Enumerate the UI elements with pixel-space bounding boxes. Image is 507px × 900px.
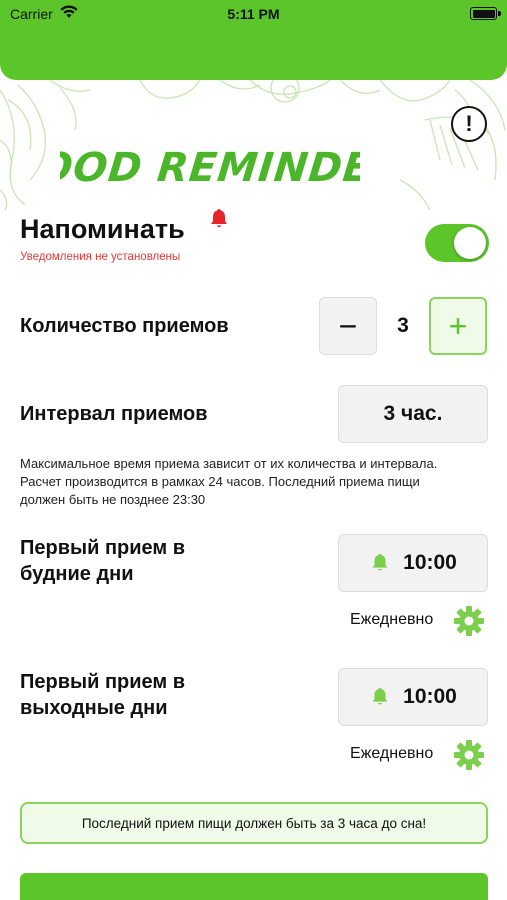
status-time: 5:11 PM <box>227 6 280 22</box>
battery-icon <box>470 7 501 20</box>
weekdays-label-line1: Первый прием в <box>20 537 186 559</box>
minus-icon: − <box>338 307 358 344</box>
gear-icon[interactable] <box>453 605 485 637</box>
red-bell-icon <box>211 209 227 228</box>
info-button[interactable]: ! <box>451 106 487 142</box>
remind-toggle[interactable] <box>425 224 489 262</box>
plus-icon: + <box>448 307 468 344</box>
status-bar: Carrier 5:11 PM <box>0 0 507 28</box>
decrease-intakes-button[interactable]: − <box>319 297 377 355</box>
weekdays-label-line2: будние дни <box>20 563 134 585</box>
weekdays-time: 10:00 <box>403 551 457 574</box>
increase-intakes-button[interactable]: + <box>429 297 487 355</box>
toggle-knob <box>454 227 486 259</box>
remind-title: Напоминать <box>20 214 185 244</box>
notification-status: Уведомления не установлены <box>20 251 181 263</box>
food-reminder-logo: FOOD REMINDER <box>60 145 360 191</box>
intakes-label: Количество приемов <box>20 315 229 337</box>
weekends-label-line1: Первый прием в <box>20 671 186 693</box>
svg-text:FOOD REMINDER: FOOD REMINDER <box>60 145 360 191</box>
weekends-label-line2: выходные дни <box>20 697 168 719</box>
banner-text: Последний прием пищи должен быть за 3 ча… <box>81 815 427 831</box>
weekdays-repeat-label: Ежедневно <box>350 611 434 628</box>
sleep-reminder-banner: Последний прием пищи должен быть за 3 ча… <box>20 802 488 844</box>
weekends-time: 10:00 <box>403 685 457 708</box>
weekends-label: Первый прием в выходные дни <box>20 669 185 721</box>
weekends-repeat-label: Ежедневно <box>350 745 434 762</box>
weekends-time-picker[interactable]: 10:00 <box>338 668 488 726</box>
gear-icon[interactable] <box>453 739 485 771</box>
bell-icon <box>372 687 388 705</box>
bell-icon <box>372 553 388 571</box>
info-icon: ! <box>465 111 473 136</box>
weekdays-time-picker[interactable]: 10:00 <box>338 534 488 592</box>
interval-note: Максимальное время приема зависит от их … <box>20 456 438 507</box>
header-band <box>0 28 507 80</box>
weekdays-label: Первый прием в будние дни <box>20 535 185 587</box>
interval-label: Интервал приемов <box>20 403 208 425</box>
save-button[interactable] <box>20 873 488 900</box>
intakes-value: 3 <box>397 314 409 337</box>
interval-value: 3 час. <box>383 402 443 425</box>
interval-select[interactable]: 3 час. <box>338 385 488 443</box>
